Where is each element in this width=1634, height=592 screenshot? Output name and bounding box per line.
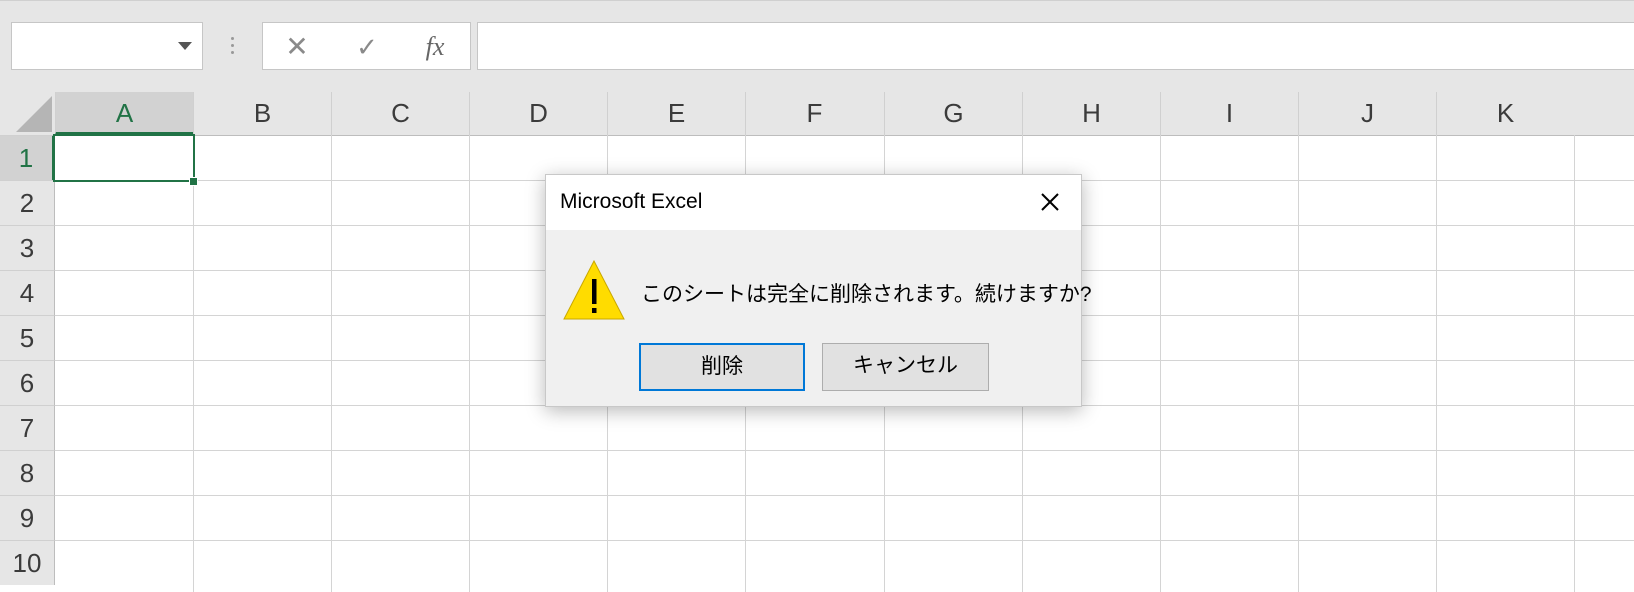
gridline bbox=[1436, 135, 1437, 592]
column-header-f[interactable]: F bbox=[745, 92, 883, 135]
row-header-5[interactable]: 5 bbox=[0, 315, 55, 360]
select-all-button[interactable] bbox=[0, 92, 55, 135]
column-header-g[interactable]: G bbox=[884, 92, 1022, 135]
column-header-i[interactable]: I bbox=[1160, 92, 1298, 135]
row-header-7[interactable]: 7 bbox=[0, 405, 55, 450]
warning-icon bbox=[563, 259, 625, 320]
dialog-title: Microsoft Excel bbox=[560, 190, 703, 213]
row-header-9[interactable]: 9 bbox=[0, 495, 55, 540]
delete-sheet-dialog: Microsoft Excel このシートは完全に削除されます。続けますか? 削… bbox=[545, 174, 1092, 407]
column-header-k[interactable]: K bbox=[1436, 92, 1574, 135]
gridline bbox=[1574, 135, 1575, 592]
fill-handle[interactable] bbox=[189, 177, 198, 186]
select-all-triangle-icon bbox=[16, 96, 52, 132]
row-header-2[interactable]: 2 bbox=[0, 180, 55, 225]
column-header-b[interactable]: B bbox=[193, 92, 331, 135]
column-header-c[interactable]: C bbox=[331, 92, 469, 135]
gridline bbox=[1160, 135, 1161, 592]
close-icon[interactable] bbox=[1033, 185, 1067, 219]
column-header-e[interactable]: E bbox=[607, 92, 745, 135]
gridline bbox=[469, 135, 470, 592]
row-header-10[interactable]: 10 bbox=[0, 540, 55, 585]
formula-bar-grip-icon[interactable] bbox=[231, 37, 235, 57]
dialog-message: このシートは完全に削除されます。続けますか? bbox=[641, 283, 1092, 306]
formula-buttons: ✕ ✓ fx bbox=[262, 22, 471, 70]
gridline bbox=[55, 495, 1634, 496]
row-header-1[interactable]: 1 bbox=[0, 135, 55, 180]
row-header-3[interactable]: 3 bbox=[0, 225, 55, 270]
cancel-button[interactable]: キャンセル bbox=[822, 343, 989, 391]
enter-entry-icon[interactable]: ✓ bbox=[347, 31, 387, 63]
insert-function-icon[interactable]: fx bbox=[415, 31, 455, 63]
delete-button[interactable]: 削除 bbox=[639, 343, 805, 391]
row-header-6[interactable]: 6 bbox=[0, 360, 55, 405]
row-header-8[interactable]: 8 bbox=[0, 450, 55, 495]
dialog-titlebar: Microsoft Excel bbox=[546, 175, 1081, 230]
active-cell-a1[interactable] bbox=[53, 134, 195, 182]
column-header-d[interactable]: D bbox=[469, 92, 607, 135]
row-header-4[interactable]: 4 bbox=[0, 270, 55, 315]
column-header-h[interactable]: H bbox=[1022, 92, 1160, 135]
gridline bbox=[193, 135, 194, 592]
cancel-entry-icon[interactable]: ✕ bbox=[277, 31, 317, 63]
name-box-dropdown-icon[interactable] bbox=[178, 42, 192, 50]
gridline bbox=[331, 135, 332, 592]
column-header-j[interactable]: J bbox=[1298, 92, 1436, 135]
formula-input[interactable] bbox=[477, 22, 1634, 70]
column-header-a[interactable]: A bbox=[55, 92, 193, 135]
gridline bbox=[55, 450, 1634, 451]
gridline bbox=[55, 540, 1634, 541]
name-box[interactable] bbox=[11, 22, 203, 70]
gridline bbox=[1298, 135, 1299, 592]
